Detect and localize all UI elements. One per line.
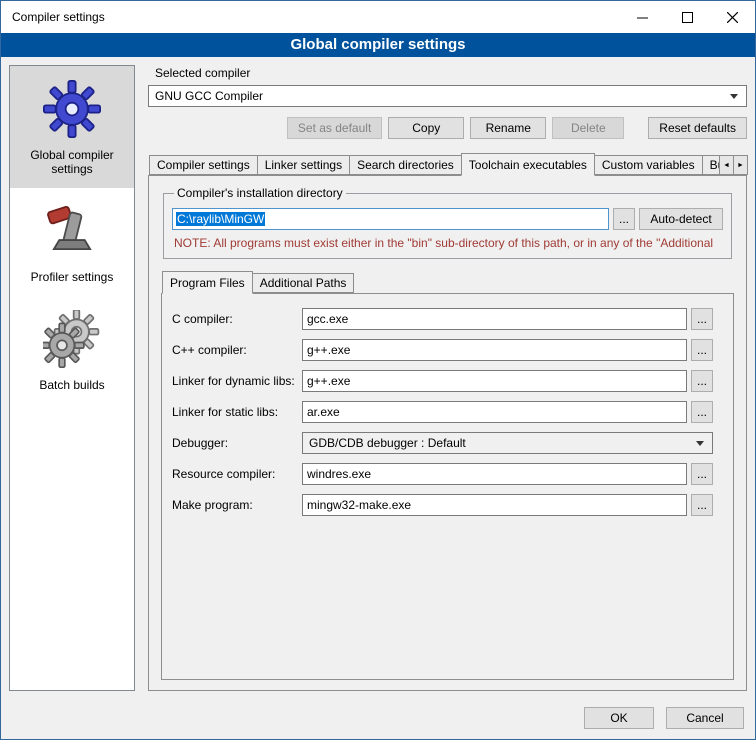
field-label: Resource compiler: <box>172 467 302 481</box>
dialog-header: Global compiler settings <box>1 33 755 57</box>
subtab-additional-paths[interactable]: Additional Paths <box>252 273 355 293</box>
minimize-button[interactable] <box>620 1 665 33</box>
browse-button[interactable]: ... <box>691 401 713 423</box>
arrow-right-icon: ► <box>737 162 744 169</box>
close-icon <box>727 12 738 23</box>
delete-button[interactable]: Delete <box>552 117 624 139</box>
tab-compiler-settings[interactable]: Compiler settings <box>149 155 258 175</box>
sidebar: Global compiler settings Profiler settin… <box>9 65 135 691</box>
make-program-input[interactable] <box>302 494 687 516</box>
static-linker-input[interactable] <box>302 401 687 423</box>
dynamic-linker-input[interactable] <box>302 370 687 392</box>
compiler-settings-window: Compiler settings Global compiler settin… <box>0 0 756 740</box>
tab-linker-settings[interactable]: Linker settings <box>257 155 350 175</box>
settings-tabs: Compiler settings Linker settings Search… <box>148 153 747 175</box>
install-dir-group-title: Compiler's installation directory <box>174 186 346 200</box>
close-button[interactable] <box>710 1 755 33</box>
install-dir-selected-text: C:\raylib\MinGW <box>176 212 265 226</box>
content-area: Selected compiler GNU GCC Compiler Set a… <box>148 65 747 691</box>
sidebar-item-label: Profiler settings <box>31 270 114 284</box>
selected-compiler-label: Selected compiler <box>155 66 747 80</box>
compiler-select[interactable]: GNU GCC Compiler <box>148 85 747 107</box>
sidebar-item-label: Batch builds <box>39 378 104 392</box>
compiler-buttons-row: Set as default Copy Rename Delete Reset … <box>148 117 747 139</box>
subtab-program-files[interactable]: Program Files <box>162 271 253 294</box>
sidebar-item-profiler-settings[interactable]: Profiler settings <box>10 188 134 296</box>
dialog-footer: OK Cancel <box>1 691 755 739</box>
rename-button[interactable]: Rename <box>470 117 546 139</box>
arrow-left-icon: ◄ <box>723 162 730 169</box>
field-label: C compiler: <box>172 312 302 326</box>
program-subtabs: Program Files Additional Paths <box>161 271 734 293</box>
browse-button[interactable]: ... <box>691 494 713 516</box>
maximize-button[interactable] <box>665 1 710 33</box>
install-dir-input[interactable]: C:\raylib\MinGW <box>172 208 609 230</box>
copy-button[interactable]: Copy <box>388 117 464 139</box>
chevron-down-icon <box>696 441 704 446</box>
main-area: Global compiler settings Profiler settin… <box>1 57 755 691</box>
window-title: Compiler settings <box>1 10 105 24</box>
set-as-default-button[interactable]: Set as default <box>287 117 382 139</box>
global-compiler-gear-icon <box>43 80 101 138</box>
sidebar-item-batch-builds[interactable]: Batch builds <box>10 296 134 404</box>
form-row: Debugger: GDB/CDB debugger : Default <box>172 432 713 454</box>
browse-button[interactable]: ... <box>691 308 713 330</box>
form-row: Make program: ... <box>172 494 713 516</box>
tab-toolchain-executables[interactable]: Toolchain executables <box>461 153 595 176</box>
browse-button[interactable]: ... <box>691 339 713 361</box>
field-label: Linker for dynamic libs: <box>172 374 302 388</box>
minimize-icon <box>637 12 648 23</box>
cancel-button[interactable]: Cancel <box>666 707 744 729</box>
resource-compiler-input[interactable] <box>302 463 687 485</box>
program-files-panel: C compiler: ... C++ compiler: ... Linker… <box>161 293 734 680</box>
tab-custom-variables[interactable]: Custom variables <box>594 155 703 175</box>
c-compiler-input[interactable] <box>302 308 687 330</box>
tab-search-directories[interactable]: Search directories <box>349 155 462 175</box>
form-row: C++ compiler: ... <box>172 339 713 361</box>
chevron-down-icon <box>730 94 738 99</box>
install-dir-group: Compiler's installation directory C:\ray… <box>163 186 732 259</box>
form-row: C compiler: ... <box>172 308 713 330</box>
install-dir-browse-button[interactable]: ... <box>613 208 635 230</box>
browse-button[interactable]: ... <box>691 463 713 485</box>
browse-button[interactable]: ... <box>691 370 713 392</box>
field-label: Linker for static libs: <box>172 405 302 419</box>
compiler-select-value: GNU GCC Compiler <box>155 89 263 103</box>
install-dir-row: C:\raylib\MinGW ... Auto-detect <box>172 208 723 230</box>
cpp-compiler-input[interactable] <box>302 339 687 361</box>
titlebar: Compiler settings <box>1 1 755 33</box>
sidebar-item-label: Global compiler settings <box>13 148 131 176</box>
debugger-select[interactable]: GDB/CDB debugger : Default <box>302 432 713 454</box>
form-row: Linker for static libs: ... <box>172 401 713 423</box>
tab-build-truncated[interactable]: Buil <box>702 155 720 175</box>
toolchain-panel: Compiler's installation directory C:\ray… <box>148 175 747 691</box>
form-row: Linker for dynamic libs: ... <box>172 370 713 392</box>
tab-scroll-left-button[interactable]: ◄ <box>719 155 734 175</box>
profiler-icon <box>43 202 101 260</box>
ok-button[interactable]: OK <box>584 707 654 729</box>
auto-detect-button[interactable]: Auto-detect <box>639 208 723 230</box>
field-label: Make program: <box>172 498 302 512</box>
tab-scroll-right-button[interactable]: ► <box>733 155 748 175</box>
form-row: Resource compiler: ... <box>172 463 713 485</box>
debugger-select-value: GDB/CDB debugger : Default <box>309 436 466 450</box>
window-controls <box>620 1 755 33</box>
reset-defaults-button[interactable]: Reset defaults <box>648 117 747 139</box>
batch-builds-icon <box>43 310 101 368</box>
field-label: Debugger: <box>172 436 302 450</box>
field-label: C++ compiler: <box>172 343 302 357</box>
sidebar-item-global-compiler-settings[interactable]: Global compiler settings <box>10 66 134 188</box>
maximize-icon <box>682 12 693 23</box>
install-dir-note: NOTE: All programs must exist either in … <box>174 236 721 250</box>
